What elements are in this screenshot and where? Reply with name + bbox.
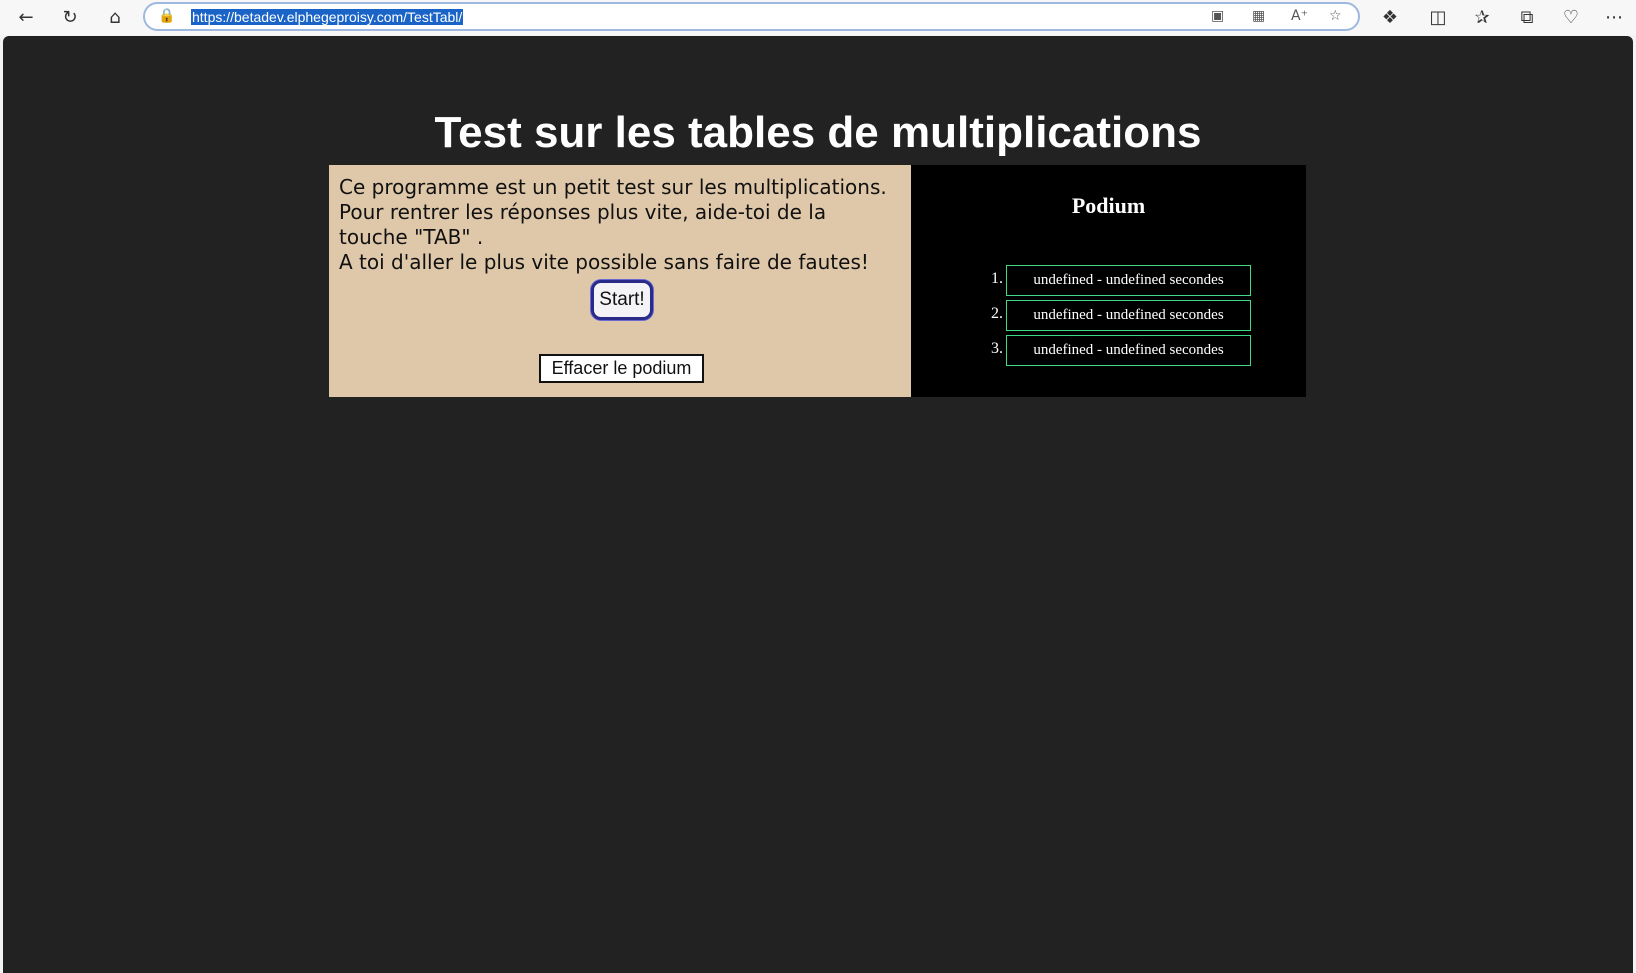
podium-title: Podium	[1071, 193, 1146, 218]
more-icon[interactable]: ⋯	[1600, 4, 1628, 30]
podium-entry-text: undefined - undefined secondes	[1006, 300, 1251, 331]
podium-entry-text: undefined - undefined secondes	[1006, 265, 1251, 296]
podium-entry-text: undefined - undefined secondes	[1006, 335, 1251, 366]
reload-icon[interactable]: ↻	[56, 4, 84, 30]
intro-panel: Ce programme est un petit test sur les m…	[329, 165, 911, 397]
url-text[interactable]: https://betadev.elphegeproisy.com/TestTa…	[191, 9, 464, 25]
browser-toolbar: ← ↻ ⌂ 🔒 https://betadev.elphegeproisy.co…	[0, 0, 1636, 35]
favorites-icon[interactable]: ✰	[1468, 4, 1496, 30]
podium-rank: 1.	[991, 270, 1003, 287]
address-bar[interactable]: 🔒 https://betadev.elphegeproisy.com/Test…	[143, 2, 1360, 31]
page-title: Test sur les tables de multiplications	[434, 108, 1202, 157]
intro-line: Pour rentrer les réponses plus vite, aid…	[339, 200, 827, 249]
app-icon[interactable]: ▣	[1211, 8, 1224, 24]
clear-podium-button[interactable]: Effacer le podium	[539, 354, 704, 383]
heart-pulse-icon[interactable]: ♡	[1557, 4, 1585, 30]
intro-text: Ce programme est un petit test sur les m…	[339, 175, 901, 275]
puzzle-icon[interactable]: ❖	[1376, 4, 1404, 30]
lock-icon[interactable]: 🔒	[158, 8, 175, 24]
start-button[interactable]: Start!	[591, 280, 653, 320]
split-screen-icon[interactable]: ◫	[1424, 4, 1452, 30]
collections-icon[interactable]: ⧉	[1513, 4, 1541, 30]
page-viewport: Test sur les tables de multiplications C…	[3, 36, 1633, 973]
podium-rank: 2.	[991, 305, 1003, 322]
qr-code-icon[interactable]: ▦	[1252, 8, 1265, 24]
podium-rank: 3.	[991, 340, 1003, 357]
podium-panel: Podium 1. undefined - undefined secondes…	[911, 165, 1306, 397]
read-aloud-icon[interactable]: A⁺	[1291, 8, 1308, 24]
intro-line: A toi d'aller le plus vite possible sans…	[339, 250, 869, 274]
star-icon[interactable]: ☆	[1329, 8, 1342, 24]
arrow-left-icon[interactable]: ←	[12, 4, 40, 30]
home-icon[interactable]: ⌂	[101, 4, 129, 30]
intro-line: Ce programme est un petit test sur les m…	[339, 175, 887, 199]
